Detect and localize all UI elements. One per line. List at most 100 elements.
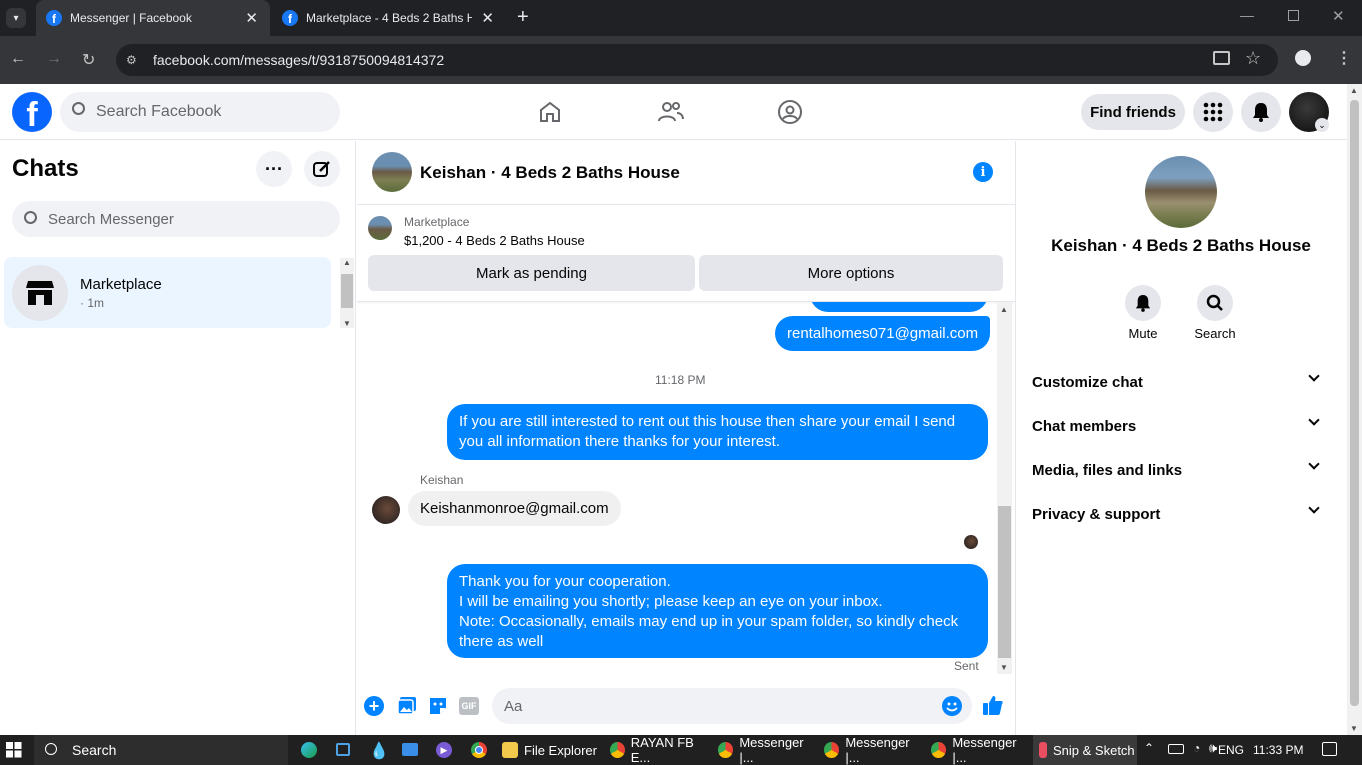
sender-avatar[interactable] xyxy=(372,496,400,524)
taskbar-app-chrome-1[interactable]: RAYAN FB E... xyxy=(608,735,710,765)
photos-icon[interactable] xyxy=(402,743,418,756)
windows-start-icon[interactable] xyxy=(6,742,22,763)
messages-scrollbar[interactable]: ▲ ▼ xyxy=(997,302,1012,674)
network-icon[interactable]: ◔ xyxy=(1193,741,1200,755)
scroll-up-arrow-icon[interactable]: ▲ xyxy=(1000,305,1008,314)
chrome-icon[interactable] xyxy=(471,742,487,758)
scroll-down-arrow-icon[interactable]: ▼ xyxy=(1000,663,1008,672)
restore-icon[interactable] xyxy=(1288,10,1299,21)
scroll-down-arrow-icon[interactable]: ▼ xyxy=(343,319,351,328)
section-media-files-links[interactable]: Media, files and links xyxy=(1024,454,1338,486)
chrome-icon xyxy=(610,742,625,758)
info-avatar[interactable] xyxy=(1145,156,1217,228)
message-bubble-outgoing-partial[interactable] xyxy=(810,302,988,312)
tab-title: Marketplace - 4 Beds 2 Baths H xyxy=(306,11,472,25)
chats-options-button[interactable]: ··· xyxy=(256,151,292,187)
menu-grid-icon[interactable] xyxy=(1193,92,1233,132)
more-options-button[interactable]: More options xyxy=(699,255,1003,291)
message-bubble-outgoing[interactable]: If you are still interested to rent out … xyxy=(447,404,988,460)
taskbar-app-chrome-3[interactable]: Messenger |... xyxy=(822,735,924,765)
reload-icon[interactable]: ↻ xyxy=(82,50,95,70)
battery-icon[interactable] xyxy=(1168,744,1184,754)
mark-as-pending-button[interactable]: Mark as pending xyxy=(368,255,695,291)
friends-icon[interactable] xyxy=(658,100,684,129)
bell-icon xyxy=(1135,295,1151,312)
section-customize-chat[interactable]: Customize chat xyxy=(1024,366,1338,398)
section-privacy-support[interactable]: Privacy & support xyxy=(1024,498,1338,530)
tab-marketplace[interactable]: f Marketplace - 4 Beds 2 Baths H ✕ xyxy=(272,0,506,36)
groups-icon[interactable] xyxy=(777,99,803,130)
info-icon[interactable]: i xyxy=(973,162,993,182)
facebook-favicon-icon: f xyxy=(282,10,298,26)
new-message-button[interactable] xyxy=(304,151,340,187)
browser-menu-icon[interactable]: ⋮ xyxy=(1336,48,1352,68)
listing-title[interactable]: $1,200 - 4 Beds 2 Baths House xyxy=(404,233,585,248)
close-window-icon[interactable]: ✕ xyxy=(1332,7,1345,25)
attach-photo-icon[interactable] xyxy=(397,696,417,721)
find-friends-button[interactable]: Find friends xyxy=(1081,94,1185,130)
listing-thumbnail[interactable] xyxy=(368,216,392,240)
edge-icon[interactable] xyxy=(301,742,317,758)
forward-icon[interactable]: → xyxy=(46,50,62,68)
volume-icon[interactable]: 🕪 xyxy=(1209,740,1217,756)
home-icon[interactable] xyxy=(538,100,562,122)
page-scrollbar[interactable]: ▲ ▼ xyxy=(1347,84,1362,735)
account-chevron-icon[interactable]: ⌄ xyxy=(1315,118,1329,132)
scroll-up-arrow-icon[interactable]: ▲ xyxy=(1350,86,1358,95)
taskbar-app-chrome-2[interactable]: Messenger |... xyxy=(716,735,818,765)
chat-list-scrollbar[interactable]: ▲ ▼ xyxy=(340,258,354,328)
chat-list-scroll-thumb[interactable] xyxy=(341,274,353,308)
taskbar-app-file-explorer[interactable]: File Explorer xyxy=(500,735,600,765)
add-actions-icon[interactable]: + xyxy=(364,696,384,716)
conversation-title[interactable]: Keishan · 4 Beds 2 Baths House xyxy=(420,163,680,183)
media-player-icon[interactable]: ▶ xyxy=(436,742,452,758)
clock[interactable]: 11:33 PM xyxy=(1253,735,1303,765)
tab-search-button[interactable]: ▾ xyxy=(6,8,26,28)
search-placeholder: Search Facebook xyxy=(96,103,222,120)
site-info-icon[interactable]: ⚙ xyxy=(126,53,137,67)
messages-scroll-thumb[interactable] xyxy=(998,506,1011,658)
info-title: Keishan · 4 Beds 2 Baths House xyxy=(1051,236,1311,255)
app-drop-icon[interactable]: 💧 xyxy=(369,741,389,761)
taskbar-app-chrome-4[interactable]: Messenger |... xyxy=(929,735,1031,765)
message-bubble-outgoing[interactable]: rentalhomes071@gmail.com xyxy=(775,316,991,351)
section-chat-members[interactable]: Chat members xyxy=(1024,410,1338,442)
conversation-header-divider xyxy=(357,204,1015,205)
page-scroll-thumb[interactable] xyxy=(1350,100,1359,706)
message-bubble-outgoing[interactable]: Thank you for your cooperation. I will b… xyxy=(447,564,988,658)
conversation-avatar[interactable] xyxy=(372,152,412,192)
message-composer-input[interactable]: Aa xyxy=(492,688,972,724)
message-bubble-incoming[interactable]: Keishanmonroe@gmail.com xyxy=(408,491,621,526)
like-thumb-icon[interactable] xyxy=(982,694,1004,721)
scroll-down-arrow-icon[interactable]: ▼ xyxy=(1350,724,1358,733)
tab-close-icon[interactable]: ✕ xyxy=(481,9,494,27)
tab-close-icon[interactable]: ✕ xyxy=(245,9,258,27)
chat-list-item-marketplace[interactable]: Marketplace · 1m xyxy=(4,257,331,328)
task-view-icon[interactable] xyxy=(336,743,350,756)
url-field[interactable]: ⚙ facebook.com/messages/t/93187500948143… xyxy=(116,44,1278,76)
snip-icon xyxy=(1039,742,1047,758)
tray-chevron-up-icon[interactable]: ⌃ xyxy=(1144,741,1154,755)
back-icon[interactable]: ← xyxy=(10,50,26,68)
mute-button[interactable] xyxy=(1125,285,1161,321)
notifications-bell-icon[interactable] xyxy=(1241,92,1281,132)
search-conversation-button[interactable] xyxy=(1197,285,1233,321)
gif-icon[interactable]: GIF xyxy=(459,697,479,715)
new-tab-icon[interactable]: + xyxy=(517,6,529,29)
profile-icon[interactable] xyxy=(1295,50,1311,66)
minimize-icon[interactable]: — xyxy=(1240,7,1254,23)
section-label: Customize chat xyxy=(1032,373,1143,391)
tab-messenger[interactable]: f Messenger | Facebook ✕ xyxy=(36,0,270,36)
notification-center-icon[interactable] xyxy=(1322,742,1337,756)
install-icon[interactable] xyxy=(1213,51,1230,65)
taskbar-search-box[interactable]: Search xyxy=(34,735,288,765)
taskbar-app-snip-sketch[interactable]: Snip & Sketch xyxy=(1033,735,1137,765)
scroll-up-arrow-icon[interactable]: ▲ xyxy=(343,258,351,267)
emoji-icon[interactable] xyxy=(942,696,962,716)
facebook-logo[interactable]: f xyxy=(12,92,52,132)
search-facebook-input[interactable]: Search Facebook xyxy=(60,92,340,132)
language-indicator[interactable]: ENG xyxy=(1218,735,1244,765)
search-messenger-input[interactable]: Search Messenger xyxy=(12,201,340,237)
sticker-icon[interactable] xyxy=(428,696,448,721)
bookmark-star-icon[interactable]: ☆ xyxy=(1245,48,1261,69)
